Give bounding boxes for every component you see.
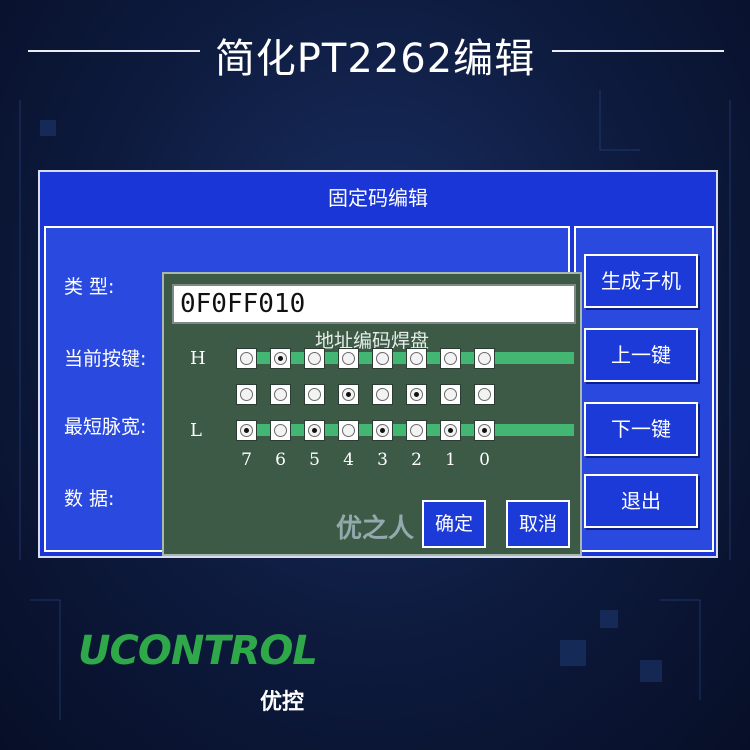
pad-radio[interactable] xyxy=(304,420,325,441)
logo-text: UCONTROL xyxy=(78,628,318,674)
pad-radio[interactable] xyxy=(338,384,359,405)
bit-index-label: 5 xyxy=(309,450,320,470)
pad-radio[interactable] xyxy=(406,420,427,441)
pad-radio[interactable] xyxy=(372,384,393,405)
bit-index-label: 4 xyxy=(343,450,354,470)
bit-index-label: 1 xyxy=(445,450,456,470)
pad-radio[interactable] xyxy=(372,420,393,441)
pad-radio[interactable] xyxy=(236,420,257,441)
pad-radio[interactable] xyxy=(304,348,325,369)
page-title: 简化PT2262编辑 xyxy=(214,36,536,82)
pad-radio[interactable] xyxy=(304,384,325,405)
pad-radio[interactable] xyxy=(474,348,495,369)
screen-title: 固定码编辑 xyxy=(328,186,428,210)
pad-radio[interactable] xyxy=(440,348,461,369)
pad-radio[interactable] xyxy=(270,348,291,369)
pad-radio[interactable] xyxy=(270,420,291,441)
pad-radio[interactable] xyxy=(406,348,427,369)
bit-index-label: 7 xyxy=(241,450,252,470)
logo-subtext: 优控 xyxy=(260,690,305,715)
exit-button[interactable]: 退出 xyxy=(584,474,698,528)
data-label: 数 据: xyxy=(64,488,115,510)
pad-radio[interactable] xyxy=(236,348,257,369)
pad-radio[interactable] xyxy=(406,384,427,405)
prev-key-button[interactable]: 上一键 xyxy=(584,328,698,382)
bit-index-label: 6 xyxy=(275,450,286,470)
watermark-text: 优之人 xyxy=(336,514,415,544)
bit-index-label: 0 xyxy=(479,450,490,470)
type-label: 类 型: xyxy=(64,276,115,298)
row-l-label: L xyxy=(190,420,202,441)
pad-radio[interactable] xyxy=(236,384,257,405)
pad-radio[interactable] xyxy=(474,384,495,405)
pad-radio[interactable] xyxy=(338,420,359,441)
pad-radio[interactable] xyxy=(440,420,461,441)
min-pulse-label: 最短脉宽: xyxy=(64,416,147,438)
pad-radio[interactable] xyxy=(440,384,461,405)
device-screen: 固定码编辑 类 型: 当前按键: 最短脉宽: 数 据: 生成子机 上一键 下一键… xyxy=(38,170,718,558)
bit-index-label: 2 xyxy=(411,450,422,470)
cancel-button[interactable]: 取消 xyxy=(506,500,570,548)
pad-radio[interactable] xyxy=(372,348,393,369)
pad-radio[interactable] xyxy=(270,384,291,405)
header-rule-right xyxy=(552,50,724,52)
pad-radio[interactable] xyxy=(474,420,495,441)
bit-index-label: 3 xyxy=(377,450,388,470)
next-key-button[interactable]: 下一键 xyxy=(584,402,698,456)
ok-button-alt[interactable]: 确定 xyxy=(422,500,486,548)
code-input[interactable]: 0F0FF010 xyxy=(172,284,576,324)
current-key-label: 当前按键: xyxy=(64,348,147,370)
row-h-label: H xyxy=(190,348,206,369)
generate-slave-button[interactable]: 生成子机 xyxy=(584,254,698,308)
pad-radio[interactable] xyxy=(338,348,359,369)
